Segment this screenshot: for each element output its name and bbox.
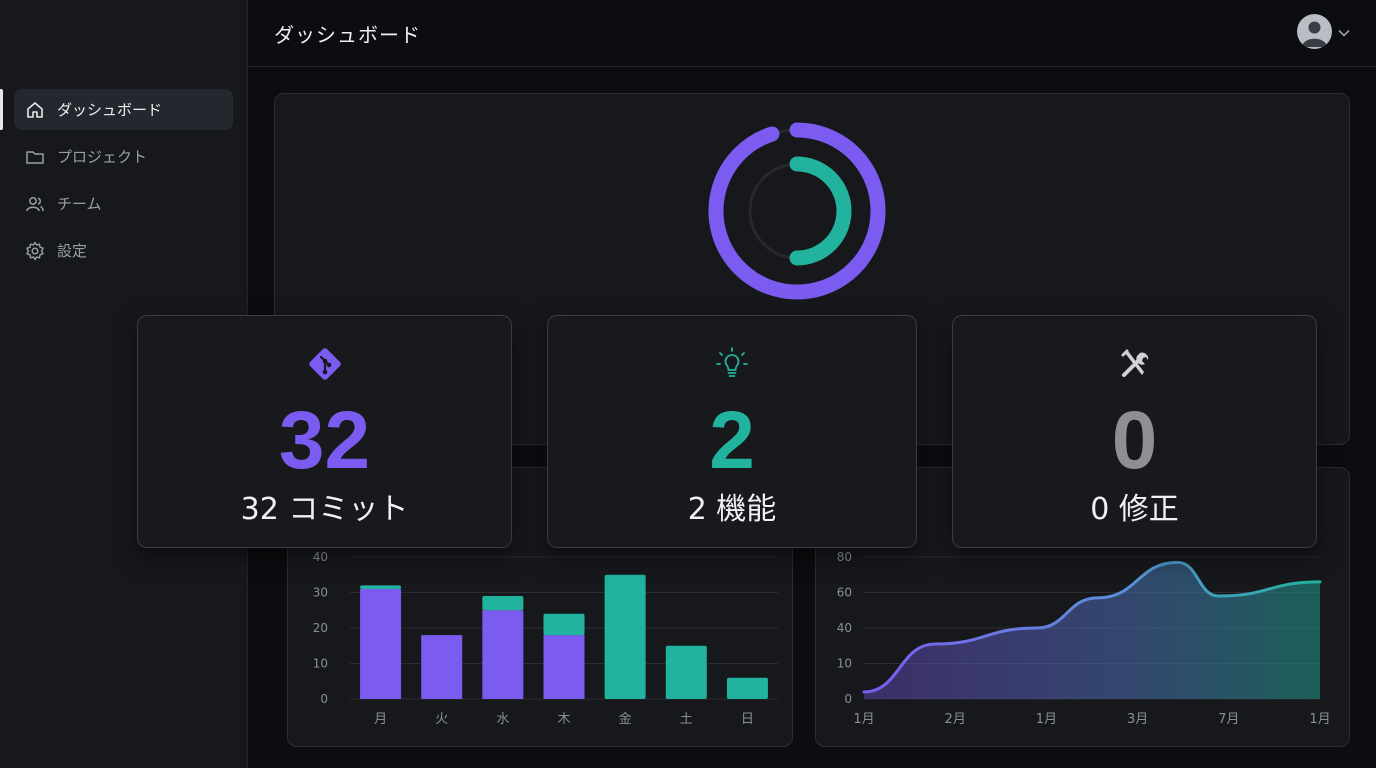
y-tick-label: 10 — [313, 657, 328, 671]
bar-segment — [604, 574, 646, 699]
sidebar-item-label: 設定 — [57, 242, 88, 260]
y-tick-label: 0 — [320, 692, 328, 706]
sidebar-nav: ダッシュボード プロジェクト チーム 設定 — [14, 89, 233, 277]
sidebar-item-team[interactable]: チーム — [14, 183, 233, 224]
stat-label: 0 修正 — [1090, 492, 1179, 527]
gear-icon — [25, 241, 45, 261]
sidebar-item-dashboard[interactable]: ダッシュボード — [14, 89, 233, 130]
bar-segment — [543, 613, 585, 636]
tools-icon — [953, 344, 1316, 384]
x-tick-label: 1月 — [853, 712, 874, 727]
active-indicator — [0, 89, 3, 130]
y-tick-label: 0 — [844, 692, 852, 706]
x-tick-label: 7月 — [1218, 712, 1239, 727]
stat-label: 2 機能 — [687, 492, 777, 527]
y-tick-label: 80 — [837, 550, 852, 564]
stat-value: 2 — [709, 395, 755, 486]
progress-donut — [708, 122, 886, 300]
y-tick-label: 20 — [313, 621, 328, 635]
stat-label: 32 コミット — [240, 492, 409, 527]
page-title: ダッシュボード — [274, 23, 421, 47]
x-tick-label: 月 — [374, 712, 387, 727]
stat-card-commits[interactable]: 32 32 コミット — [137, 315, 512, 548]
top-bar: ダッシュボード — [248, 0, 1376, 67]
avatar[interactable] — [1297, 14, 1332, 49]
bar-segment — [421, 635, 463, 699]
bar-segment — [665, 645, 707, 699]
stat-card-fixes[interactable]: 0 0 修正 — [952, 315, 1317, 548]
x-tick-label: 木 — [557, 712, 570, 727]
sidebar-item-label: ダッシュボード — [57, 101, 163, 119]
x-tick-label: 日 — [741, 712, 754, 727]
x-tick-label: 1月 — [1036, 712, 1057, 727]
sidebar-item-projects[interactable]: プロジェクト — [14, 136, 233, 177]
bar-segment — [482, 596, 524, 611]
x-tick-label: 2月 — [945, 712, 966, 727]
bar-segment — [482, 610, 524, 699]
y-tick-label: 30 — [313, 586, 328, 600]
x-tick-label: 1月 — [1309, 712, 1330, 727]
stat-value: 0 — [1111, 395, 1158, 486]
x-tick-label: 土 — [680, 712, 693, 727]
x-tick-label: 火 — [435, 712, 448, 727]
y-tick-label: 40 — [313, 550, 328, 564]
y-tick-label: 60 — [837, 586, 852, 600]
outer-progress-arc — [708, 122, 886, 300]
sidebar-item-settings[interactable]: 設定 — [14, 230, 233, 271]
bar-segment — [543, 635, 585, 699]
x-tick-label: 金 — [619, 711, 632, 727]
area-fill — [864, 562, 1320, 699]
bar-segment — [360, 588, 402, 699]
users-icon — [25, 194, 45, 214]
y-tick-label: 10 — [837, 657, 852, 671]
x-tick-label: 3月 — [1127, 712, 1148, 727]
stat-card-features[interactable]: 2 2 機能 — [547, 315, 917, 548]
y-tick-label: 40 — [837, 621, 852, 635]
sidebar-item-label: プロジェクト — [57, 148, 148, 166]
sidebar-item-label: チーム — [57, 195, 102, 213]
git-icon — [138, 344, 511, 384]
bar-segment — [360, 585, 402, 589]
home-icon — [25, 100, 45, 120]
folder-icon — [25, 147, 45, 167]
chevron-down-icon[interactable] — [1338, 22, 1350, 41]
lightbulb-icon — [548, 344, 916, 384]
user-menu[interactable] — [1297, 14, 1350, 49]
bar-segment — [726, 677, 768, 699]
stat-value: 32 — [278, 395, 371, 486]
x-tick-label: 水 — [496, 712, 509, 727]
inner-progress-arc — [789, 156, 852, 266]
